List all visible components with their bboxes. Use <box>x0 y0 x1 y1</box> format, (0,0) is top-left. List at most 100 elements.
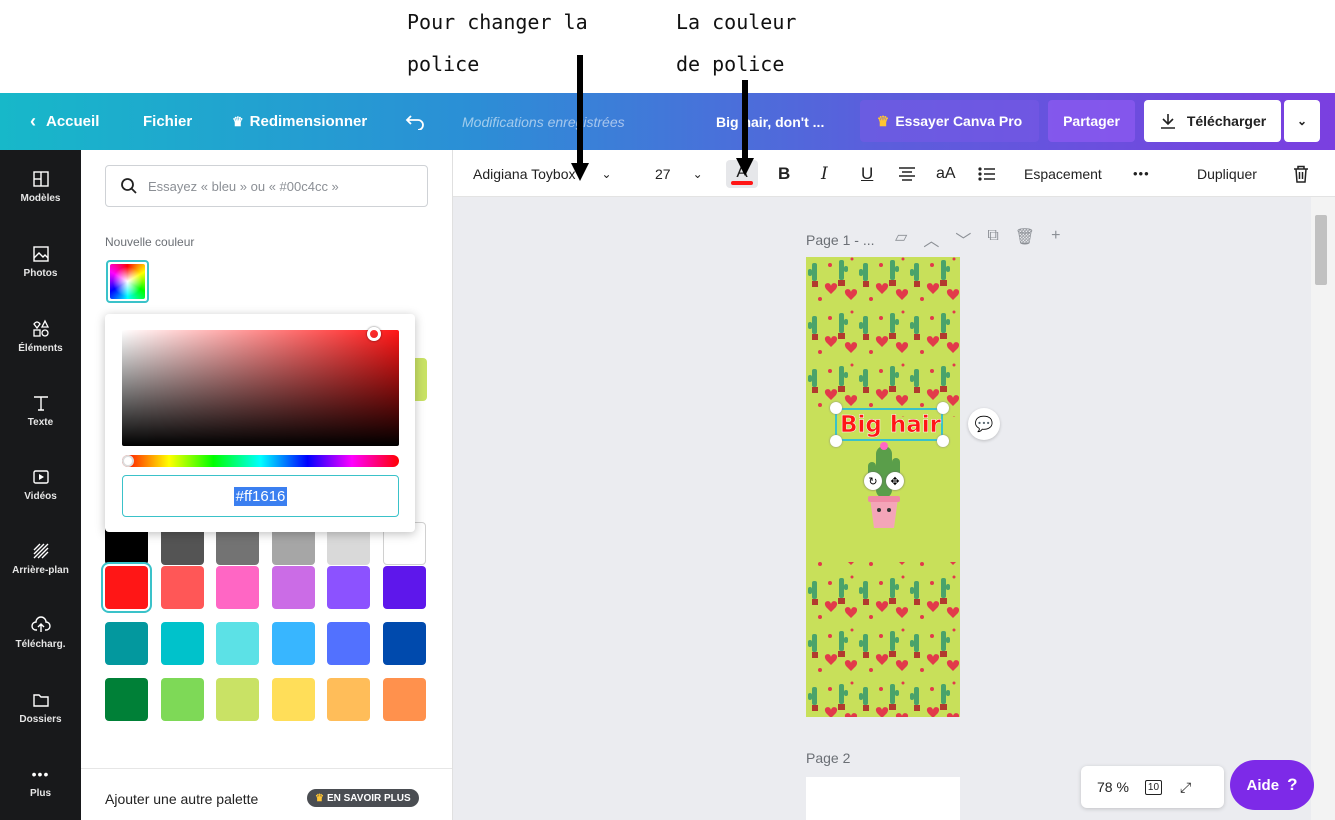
palette-swatch[interactable] <box>327 622 370 665</box>
more-options-button[interactable]: ••• <box>1133 150 1150 197</box>
resize-handle[interactable] <box>937 402 949 414</box>
search-icon <box>121 178 137 194</box>
palette-swatch[interactable] <box>382 566 426 609</box>
help-question-icon: ? <box>1287 775 1298 794</box>
comment-button[interactable]: 💬 <box>968 408 1000 440</box>
scrollbar-thumb[interactable] <box>1315 215 1327 285</box>
download-options-button[interactable]: ⌄ <box>1284 100 1320 142</box>
save-status: Modifications enregistrées <box>462 113 625 130</box>
chevron-left-icon: ‹ <box>30 111 36 131</box>
comment-icon: 💬 <box>974 416 994 433</box>
rail-item-photos[interactable]: Photos <box>0 225 81 297</box>
delete-button[interactable] <box>1293 150 1309 197</box>
chevron-down-icon: ⌄ <box>1296 114 1308 128</box>
italic-button[interactable]: I <box>821 150 828 197</box>
page1-label[interactable]: Page 1 - ... <box>806 232 874 248</box>
chevron-up-icon[interactable]: ︿ <box>923 227 939 251</box>
font-size-dropdown[interactable]: 27 ⌄ <box>655 150 703 197</box>
undo-button[interactable] <box>405 93 425 150</box>
palette-swatch[interactable] <box>160 622 204 665</box>
rail-item-background[interactable]: Arrière-plan <box>0 522 81 594</box>
saturation-value-area[interactable] <box>122 330 399 446</box>
zoom-controls: 78 % 10 ⤢ <box>1081 766 1224 808</box>
zoom-level[interactable]: 78 % <box>1097 779 1129 795</box>
download-icon <box>1160 114 1175 129</box>
list-button[interactable] <box>978 150 996 197</box>
rail-item-uploads[interactable]: Télécharg. <box>0 596 81 668</box>
color-picker-popover: #ff1616 <box>105 314 415 532</box>
text-icon <box>33 395 48 411</box>
palette-swatch[interactable] <box>105 622 148 665</box>
palette-swatch[interactable] <box>327 566 370 609</box>
palette-swatch[interactable] <box>271 566 315 609</box>
underline-button[interactable]: U <box>861 150 873 197</box>
move-handle[interactable]: ✥ <box>886 472 904 490</box>
hue-slider-handle[interactable] <box>122 455 134 467</box>
rail-item-text[interactable]: Texte <box>0 374 81 446</box>
page2-thumbnail[interactable] <box>806 777 960 820</box>
rail-label: Texte <box>27 416 54 428</box>
help-button[interactable]: Aide ? <box>1230 760 1314 810</box>
palette-swatch[interactable] <box>271 622 315 665</box>
rail-item-folders[interactable]: Dossiers <box>0 671 81 743</box>
resize-handle[interactable] <box>937 435 949 447</box>
page2-label[interactable]: Page 2 <box>806 750 850 766</box>
new-color-label: Nouvelle couleur <box>105 235 195 249</box>
resize-label: Redimensionner <box>249 113 368 130</box>
palette-swatch[interactable] <box>160 678 204 721</box>
annotation-arrow-color-head <box>736 158 754 176</box>
share-button[interactable]: Partager <box>1048 100 1135 142</box>
add-palette-link[interactable]: Ajouter une autre palette <box>105 791 258 807</box>
hex-color-input[interactable]: #ff1616 <box>122 475 399 517</box>
rainbow-icon <box>110 264 145 299</box>
palette-swatch[interactable] <box>216 622 259 665</box>
chevron-down-icon[interactable]: ﹀ <box>955 227 971 251</box>
spacing-button[interactable]: Espacement <box>1024 150 1102 197</box>
palette-swatch[interactable] <box>105 566 148 609</box>
saturation-value-handle[interactable] <box>367 327 381 341</box>
rail-item-elements[interactable]: Éléments <box>0 300 81 372</box>
file-menu[interactable]: Fichier <box>143 93 192 150</box>
canvas-scrollbar[interactable] <box>1311 197 1335 820</box>
palette-swatch[interactable] <box>216 678 259 721</box>
align-button[interactable] <box>898 150 916 197</box>
rail-item-templates[interactable]: Modèles <box>0 150 81 222</box>
color-search-input[interactable]: Essayez « bleu » ou « #00c4cc » <box>105 165 428 207</box>
resize-handle[interactable] <box>830 435 842 447</box>
home-link[interactable]: ‹ Accueil <box>30 93 99 150</box>
fullscreen-icon[interactable]: ⤢ <box>1180 779 1191 796</box>
palette-swatch[interactable] <box>216 566 259 609</box>
bold-button[interactable]: B <box>778 150 790 197</box>
duplicate-button[interactable]: Dupliquer <box>1197 150 1257 197</box>
palette-swatch[interactable] <box>105 678 148 721</box>
document-title[interactable]: Big hair, don't ... <box>716 93 824 150</box>
add-icon[interactable]: + <box>1051 227 1060 251</box>
resize-handle[interactable] <box>830 402 842 414</box>
resize-button[interactable]: ♛ Redimensionner <box>232 93 367 150</box>
new-color-button[interactable] <box>106 260 149 303</box>
page-count-button[interactable]: 10 <box>1144 779 1163 795</box>
trash-icon[interactable]: 🗑 <box>1015 227 1035 251</box>
rail-label: Modèles <box>20 192 61 204</box>
copy-icon[interactable]: ⧉ <box>987 227 998 251</box>
rail-item-videos[interactable]: Vidéos <box>0 448 81 520</box>
canvas-text-element[interactable]: Big hair <box>840 412 942 439</box>
letter-case-button[interactable]: aA <box>936 150 956 197</box>
hue-slider[interactable] <box>122 455 399 467</box>
try-pro-button[interactable]: ♛ Essayer Canva Pro <box>860 100 1039 142</box>
download-button[interactable]: Télécharger <box>1144 100 1281 142</box>
palette-swatch[interactable] <box>160 566 204 609</box>
templates-icon <box>32 170 49 187</box>
text-selection-frame[interactable]: Big hair <box>835 408 943 441</box>
palette-swatch[interactable] <box>327 678 370 721</box>
font-family-dropdown[interactable]: Adigiana Toybox ⌄ <box>473 150 612 197</box>
rotate-handle[interactable]: ↻ <box>864 472 882 490</box>
rail-item-more[interactable]: ••• Plus <box>0 746 81 818</box>
page1-artwork[interactable]: Big hair ↻ ✥ <box>806 257 960 717</box>
palette-swatch[interactable] <box>271 678 315 721</box>
palette-swatch[interactable] <box>382 678 426 721</box>
crown-icon: ♛ <box>876 112 890 129</box>
palette-swatch[interactable] <box>382 622 426 665</box>
learn-more-badge[interactable]: ♛ EN SAVOIR PLUS <box>307 789 419 807</box>
note-icon[interactable]: ▱ <box>895 227 907 251</box>
